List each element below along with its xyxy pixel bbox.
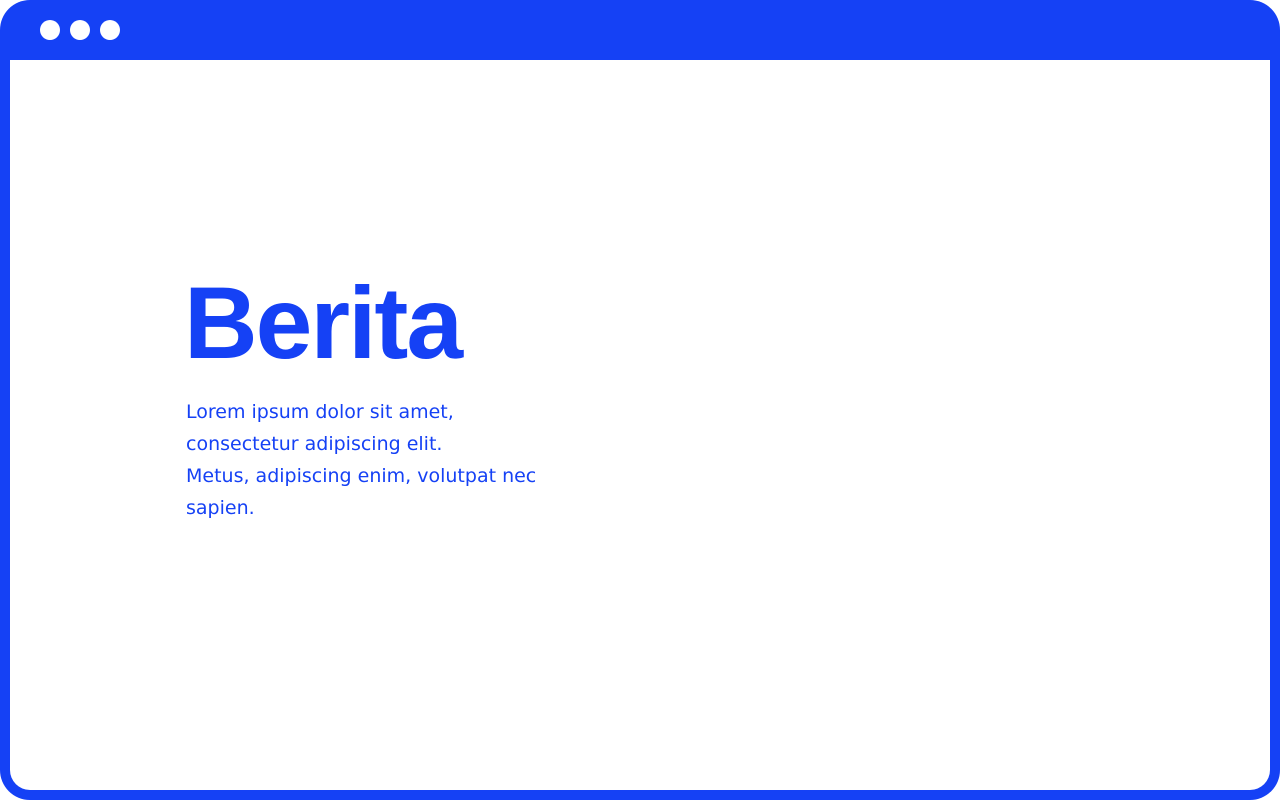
page-title: Berita: [184, 266, 463, 380]
window-dot-icon[interactable]: [100, 20, 120, 40]
intro-line: consectetur adipiscing elit.: [186, 433, 443, 455]
intro-paragraph: Lorem ipsum dolor sit amet, consectetur …: [186, 396, 566, 524]
intro-line: sapien.: [186, 497, 255, 519]
window-titlebar: [0, 0, 1280, 60]
window-dot-icon[interactable]: [40, 20, 60, 40]
window-dot-icon[interactable]: [70, 20, 90, 40]
page-content: Berita Lorem ipsum dolor sit amet, conse…: [10, 60, 1270, 790]
browser-window-frame: Berita Lorem ipsum dolor sit amet, conse…: [0, 0, 1280, 800]
intro-line: Lorem ipsum dolor sit amet,: [186, 401, 454, 423]
intro-line: Metus, adipiscing enim, volutpat nec: [186, 465, 537, 487]
